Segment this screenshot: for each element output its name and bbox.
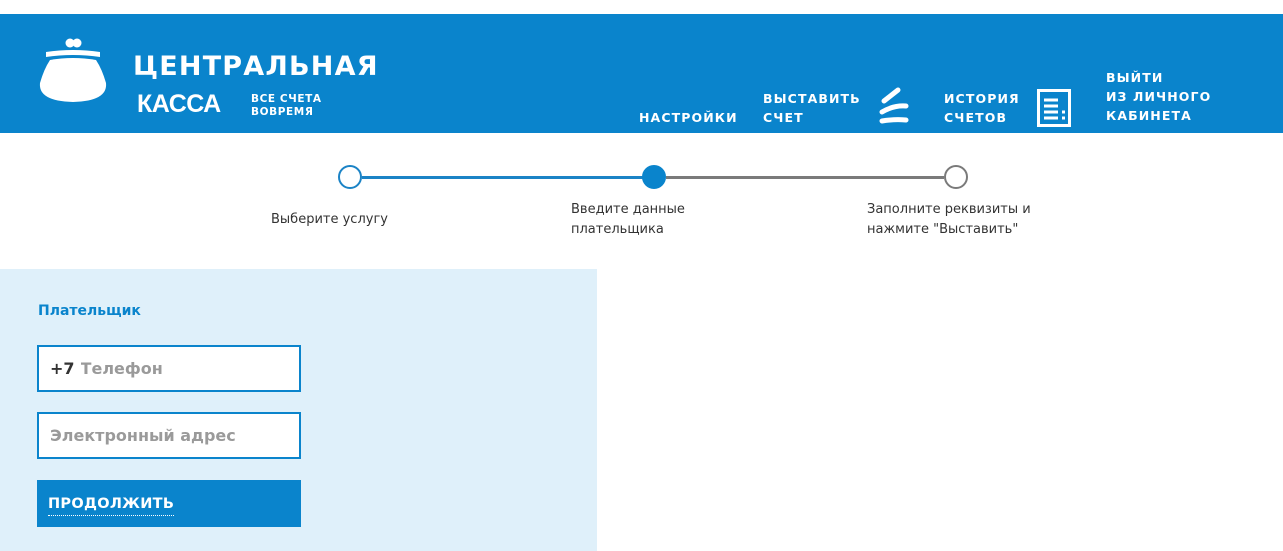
nav-settings-link[interactable]: НАСТРОЙКИ xyxy=(639,108,738,127)
nav-label-line: КАБИНЕТА xyxy=(1106,108,1192,123)
purse-icon[interactable] xyxy=(36,37,110,107)
brand-name-second: КАССА xyxy=(137,90,221,118)
brand-name: ЦЕНТРАЛЬНАЯ xyxy=(133,51,379,82)
continue-button-label: ПРОДОЛЖИТЬ xyxy=(48,495,175,516)
nav-logout-link[interactable]: ВЫЙТИ ИЗ ЛИЧНОГО КАБИНЕТА xyxy=(1106,68,1211,125)
step-label-line: Заполните реквизиты и xyxy=(867,202,1031,217)
step-label-line: Введите данные xyxy=(571,202,685,217)
phone-field[interactable]: +7 xyxy=(37,345,301,392)
form-title: Плательщик xyxy=(38,303,141,319)
payer-form-panel: Плательщик +7 ПРОДОЛЖИТЬ xyxy=(0,269,597,551)
step-3-label: Заполните реквизиты и нажмите "Выставить… xyxy=(867,200,1031,240)
nav-label-line: ВЫЙТИ xyxy=(1106,70,1164,85)
nav-invoice-history-link[interactable]: ИСТОРИЯ СЧЕТОВ xyxy=(944,89,1020,127)
nav-label-line: ИЗ ЛИЧНОГО xyxy=(1106,89,1212,104)
step-connector-completed xyxy=(362,176,644,179)
email-input[interactable] xyxy=(50,426,299,445)
tagline-line: ВОВРЕМЯ xyxy=(251,106,314,118)
continue-button[interactable]: ПРОДОЛЖИТЬ xyxy=(37,480,301,527)
brand-tagline: ВСЕ СЧЕТА ВОВРЕМЯ xyxy=(251,93,322,119)
phone-prefix: +7 xyxy=(50,359,75,378)
nav-label-line: СЧЕТОВ xyxy=(944,110,1008,125)
step-label-line: плательщика xyxy=(571,222,664,237)
nav-label-line: ИСТОРИЯ xyxy=(944,91,1020,106)
step-2-indicator-active xyxy=(642,165,666,189)
coins-icon[interactable] xyxy=(876,86,912,126)
progress-stepper: Выберите услугу Введите данные плательщи… xyxy=(0,160,1283,260)
tagline-line: ВСЕ СЧЕТА xyxy=(251,93,322,105)
step-1-label: Выберите услугу xyxy=(271,210,388,230)
step-2-label: Введите данные плательщика xyxy=(571,200,685,240)
step-3-indicator xyxy=(944,165,968,189)
phone-input[interactable] xyxy=(80,359,299,378)
email-field[interactable] xyxy=(37,412,301,459)
step-1-indicator xyxy=(338,165,362,189)
nav-create-invoice-link[interactable]: ВЫСТАВИТЬ СЧЕТ xyxy=(763,89,861,127)
nav-label-line: СЧЕТ xyxy=(763,110,804,125)
top-header: ЦЕНТРАЛЬНАЯ КАССА ВСЕ СЧЕТА ВОВРЕМЯ НАСТ… xyxy=(0,14,1283,133)
step-connector-pending xyxy=(666,176,944,179)
document-icon[interactable] xyxy=(1036,88,1072,128)
step-label-line: Выберите услугу xyxy=(271,212,388,227)
step-label-line: нажмите "Выставить" xyxy=(867,222,1019,237)
nav-label-line: ВЫСТАВИТЬ xyxy=(763,91,861,106)
